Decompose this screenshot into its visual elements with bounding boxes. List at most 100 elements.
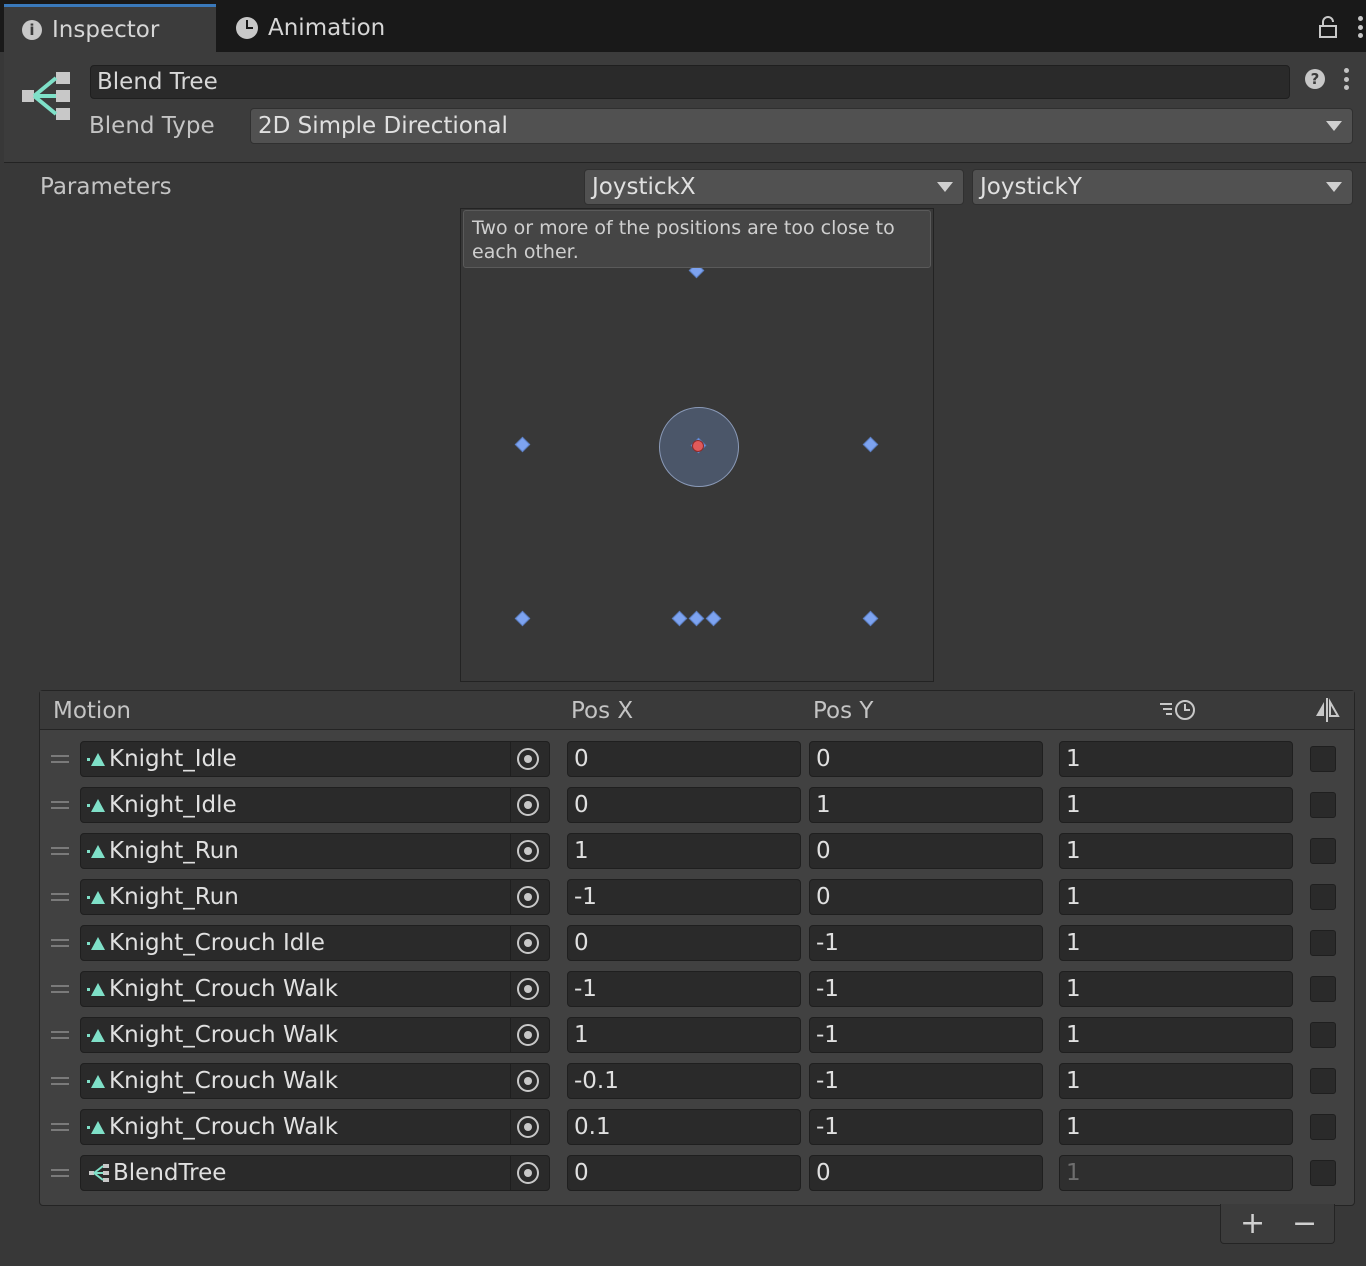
time-scale-field[interactable]: 1 (1059, 1017, 1293, 1053)
pos-x-field[interactable]: 1 (567, 1017, 801, 1053)
motion-field[interactable]: Knight_Crouch Walk (80, 1063, 550, 1099)
drag-handle[interactable] (51, 1123, 69, 1131)
pos-x-field[interactable]: 0 (567, 1155, 801, 1191)
tab-label: Inspector (52, 16, 160, 43)
drag-handle[interactable] (51, 893, 69, 901)
motion-field[interactable]: Knight_Crouch Idle (80, 925, 550, 961)
drag-handle[interactable] (51, 801, 69, 809)
drag-handle[interactable] (51, 847, 69, 855)
blend-tree-name-field[interactable]: Blend Tree (90, 65, 1290, 99)
lock-icon[interactable] (1318, 16, 1338, 38)
tab-inspector[interactable]: i Inspector (4, 4, 216, 52)
time-scale-field[interactable]: 1 (1059, 833, 1293, 869)
tab-animation[interactable]: Animation (236, 4, 436, 52)
motion-name: Knight_Crouch Walk (109, 976, 339, 1002)
motion-name: Knight_Run (109, 838, 239, 864)
mirror-checkbox[interactable] (1310, 930, 1336, 956)
object-picker-icon[interactable] (517, 1116, 539, 1138)
remove-motion-button[interactable]: − (1292, 1204, 1317, 1242)
pos-x-field[interactable]: -1 (567, 971, 801, 1007)
pos-y-field[interactable]: -1 (809, 971, 1043, 1007)
drag-handle[interactable] (51, 1031, 69, 1039)
motion-field[interactable]: Knight_Crouch Walk (80, 1109, 550, 1145)
blend-type-dropdown[interactable]: 2D Simple Directional (250, 108, 1353, 144)
time-scale-field[interactable]: 1 (1059, 971, 1293, 1007)
mirror-checkbox[interactable] (1310, 746, 1336, 772)
time-scale-field[interactable]: 1 (1059, 741, 1293, 777)
motion-name: Knight_Run (109, 884, 239, 910)
object-picker-icon[interactable] (517, 978, 539, 1000)
motion-field[interactable]: Knight_Idle (80, 787, 550, 823)
motion-field[interactable]: Knight_Run (80, 833, 550, 869)
help-icon[interactable]: ? (1305, 69, 1325, 89)
object-picker-icon[interactable] (517, 932, 539, 954)
pos-y-field[interactable]: 1 (809, 787, 1043, 823)
time-scale-field[interactable]: 1 (1059, 787, 1293, 823)
object-picker-icon[interactable] (517, 748, 539, 770)
pos-y-column-header: Pos Y (813, 698, 874, 724)
motion-field[interactable]: Knight_Idle (80, 741, 550, 777)
pos-x-column-header: Pos X (571, 698, 634, 724)
parameter-y-dropdown[interactable]: JoystickY (972, 169, 1353, 205)
current-blend-position[interactable] (692, 440, 704, 452)
pos-y-field[interactable]: -1 (809, 1063, 1043, 1099)
clock-icon (236, 17, 258, 39)
motion-field[interactable]: BlendTree (80, 1155, 550, 1191)
pos-x-field[interactable]: 1 (567, 833, 801, 869)
drag-handle[interactable] (51, 755, 69, 763)
object-picker-icon[interactable] (517, 1070, 539, 1092)
motion-column-header: Motion (53, 698, 131, 724)
pos-y-field[interactable]: -1 (809, 925, 1043, 961)
pos-y-field[interactable]: 0 (809, 879, 1043, 915)
pos-y-field[interactable]: 0 (809, 833, 1043, 869)
drag-handle[interactable] (51, 939, 69, 947)
animation-clip-icon (87, 982, 105, 996)
animation-clip-icon (87, 1028, 105, 1042)
blend-tree-icon (22, 72, 70, 120)
motion-field[interactable]: Knight_Run (80, 879, 550, 915)
blend-type-label: Blend Type (89, 113, 215, 139)
pos-x-field[interactable]: -1 (567, 879, 801, 915)
pos-x-field[interactable]: -0.1 (567, 1063, 801, 1099)
list-footer (1220, 1204, 1335, 1244)
mirror-checkbox[interactable] (1310, 976, 1336, 1002)
pos-x-field[interactable]: 0 (567, 741, 801, 777)
motion-name: Knight_Crouch Walk (109, 1114, 339, 1140)
time-scale-field[interactable]: 1 (1059, 1063, 1293, 1099)
parameter-x-dropdown[interactable]: JoystickX (584, 169, 964, 205)
pos-y-field[interactable]: 0 (809, 1155, 1043, 1191)
add-motion-button[interactable]: + (1240, 1204, 1265, 1242)
object-picker-icon[interactable] (517, 794, 539, 816)
mirror-checkbox[interactable] (1310, 1114, 1336, 1140)
animation-clip-icon (87, 936, 105, 950)
object-picker-icon[interactable] (517, 1024, 539, 1046)
mirror-checkbox[interactable] (1310, 1022, 1336, 1048)
object-picker-icon[interactable] (517, 886, 539, 908)
motion-field[interactable]: Knight_Crouch Walk (80, 971, 550, 1007)
component-menu-icon[interactable] (1342, 68, 1350, 90)
mirror-checkbox[interactable] (1310, 792, 1336, 818)
time-scale-field[interactable]: 1 (1059, 925, 1293, 961)
pos-x-field[interactable]: 0.1 (567, 1109, 801, 1145)
mirror-checkbox[interactable] (1310, 838, 1336, 864)
mirror-checkbox[interactable] (1310, 1160, 1336, 1186)
time-scale-field: 1 (1059, 1155, 1293, 1191)
time-scale-field[interactable]: 1 (1059, 879, 1293, 915)
object-picker-icon[interactable] (517, 840, 539, 862)
motion-field[interactable]: Knight_Crouch Walk (80, 1017, 550, 1053)
pos-y-field[interactable]: 0 (809, 741, 1043, 777)
tab-menu-icon[interactable] (1356, 16, 1364, 38)
object-picker-icon[interactable] (517, 1162, 539, 1184)
pos-x-field[interactable]: 0 (567, 925, 801, 961)
animation-clip-icon (87, 1120, 105, 1134)
drag-handle[interactable] (51, 985, 69, 993)
mirror-checkbox[interactable] (1310, 1068, 1336, 1094)
drag-handle[interactable] (51, 1077, 69, 1085)
time-scale-field[interactable]: 1 (1059, 1109, 1293, 1145)
pos-x-field[interactable]: 0 (567, 787, 801, 823)
pos-y-field[interactable]: -1 (809, 1109, 1043, 1145)
pos-y-field[interactable]: -1 (809, 1017, 1043, 1053)
drag-handle[interactable] (51, 1169, 69, 1177)
mirror-checkbox[interactable] (1310, 884, 1336, 910)
time-scale-icon (1160, 700, 1195, 720)
